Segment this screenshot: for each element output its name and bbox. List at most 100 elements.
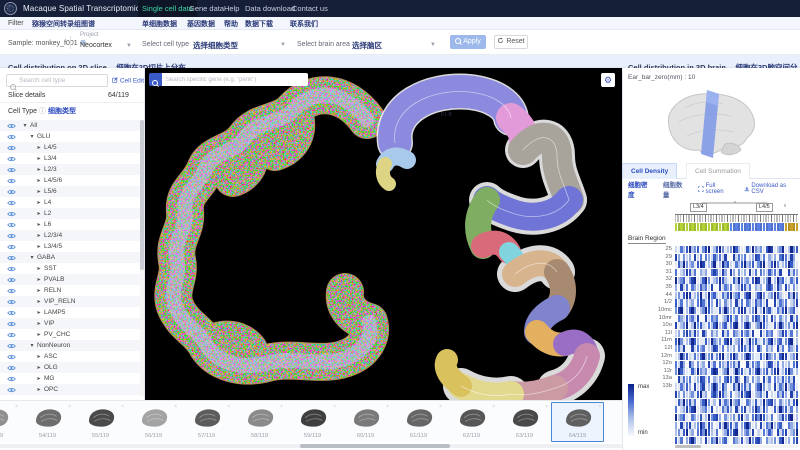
visibility-eye-icon[interactable]	[7, 387, 16, 393]
slice-canvas[interactable]: F1-B	[145, 68, 622, 400]
gene-search-button[interactable]	[149, 73, 162, 86]
visibility-eye-icon[interactable]	[7, 134, 16, 140]
expand-caret-icon[interactable]: ▸	[36, 320, 42, 327]
nav-data-download-zh[interactable]: 数据下载	[245, 19, 273, 29]
expand-caret-icon[interactable]: ▸	[36, 276, 42, 283]
expand-caret-icon[interactable]: ▸	[36, 144, 42, 151]
brain-area-select[interactable]: 选择脑区	[352, 40, 382, 51]
visibility-eye-icon[interactable]	[7, 167, 16, 173]
cell-type-select[interactable]: 选择细胞类型	[193, 40, 238, 51]
visibility-eye-icon[interactable]	[7, 123, 16, 129]
slice-thumb[interactable]: ×60/119	[339, 402, 392, 442]
tree-row[interactable]: ▸L2/3	[0, 164, 140, 175]
nav-contact-us[interactable]: Contact us	[288, 0, 332, 17]
expand-caret-icon[interactable]: ▸	[36, 177, 42, 184]
expand-caret-icon[interactable]: ▸	[36, 331, 42, 338]
visibility-eye-icon[interactable]	[7, 189, 16, 195]
visibility-eye-icon[interactable]	[7, 321, 16, 327]
chevron-down-icon[interactable]: ▼	[126, 43, 132, 49]
tab-cell-summation[interactable]: Cell Summation	[686, 163, 750, 179]
tree-row[interactable]: ▸SST	[0, 263, 140, 274]
tree-row[interactable]: ▸VIP	[0, 318, 140, 329]
tree-row[interactable]: ▾All	[0, 120, 140, 131]
close-icon[interactable]: ×	[121, 404, 124, 410]
gene-search-input[interactable]	[162, 73, 308, 86]
apply-button[interactable]: Apply	[450, 35, 486, 49]
close-icon[interactable]: ×	[15, 404, 18, 410]
close-icon[interactable]: ×	[439, 404, 442, 410]
slice-thumb[interactable]: ×54/119	[21, 402, 74, 442]
slice-thumb[interactable]: ×55/119	[74, 402, 127, 442]
visibility-eye-icon[interactable]	[7, 354, 16, 360]
tree-row[interactable]: ▾GABA	[0, 252, 140, 263]
close-icon[interactable]: ×	[280, 404, 283, 410]
collapse-caret-icon[interactable]: ▾	[29, 133, 35, 140]
tree-row[interactable]: ▸PVALB	[0, 274, 140, 285]
tree-row[interactable]: ▸L2/3/4	[0, 230, 140, 241]
visibility-eye-icon[interactable]	[7, 376, 16, 382]
visibility-eye-icon[interactable]	[7, 288, 16, 294]
nav-contact-us-zh[interactable]: 联系我们	[290, 19, 318, 29]
slice-thumb-selected[interactable]: ×64/119	[551, 402, 604, 442]
tree-row[interactable]: ▸L5/6	[0, 186, 140, 197]
expand-caret-icon[interactable]: ▸	[36, 210, 42, 217]
expand-caret-icon[interactable]: ▸	[36, 386, 42, 393]
expand-caret-icon[interactable]: ▸	[36, 364, 42, 371]
close-icon[interactable]: ×	[68, 404, 71, 410]
close-icon[interactable]: ×	[174, 404, 177, 410]
expand-caret-icon[interactable]: ▸	[36, 243, 42, 250]
info-icon[interactable]: ⓘ	[39, 108, 46, 115]
close-icon[interactable]: ×	[386, 404, 389, 410]
search-cell-type-input[interactable]	[6, 74, 108, 87]
expand-caret-icon[interactable]: ▸	[36, 353, 42, 360]
full-screen-button[interactable]: Full screen	[698, 183, 734, 195]
tree-row[interactable]: ▸L4/5	[0, 142, 140, 153]
visibility-eye-icon[interactable]	[7, 244, 16, 250]
visibility-eye-icon[interactable]	[7, 211, 16, 217]
visibility-eye-icon[interactable]	[7, 145, 16, 151]
visibility-eye-icon[interactable]	[7, 332, 16, 338]
nav-single-cell-data-zh[interactable]: 单细胞数据	[142, 19, 177, 29]
close-icon[interactable]: ×	[227, 404, 230, 410]
expand-caret-icon[interactable]: ▸	[36, 221, 42, 228]
visibility-eye-icon[interactable]	[7, 365, 16, 371]
tree-row[interactable]: ▸RELN	[0, 285, 140, 296]
chevron-down-icon[interactable]: ▼	[430, 42, 436, 48]
expand-caret-icon[interactable]: ▸	[36, 298, 42, 305]
visibility-eye-icon[interactable]	[7, 178, 16, 184]
tree-row[interactable]: ▾GLU	[0, 131, 140, 142]
visibility-eye-icon[interactable]	[7, 299, 16, 305]
visibility-eye-icon[interactable]	[7, 222, 16, 228]
tab-cell-density[interactable]: Cell Density	[622, 163, 677, 179]
visibility-eye-icon[interactable]	[7, 277, 16, 283]
tree-row[interactable]: ▾NonNeuron	[0, 340, 140, 351]
tree-row[interactable]: ▸L3/4/5	[0, 241, 140, 252]
visibility-eye-icon[interactable]	[7, 233, 16, 239]
collapse-caret-icon[interactable]: ▾	[29, 254, 35, 261]
visibility-eye-icon[interactable]	[7, 200, 16, 206]
tree-row[interactable]: ▸ASC	[0, 351, 140, 362]
expand-caret-icon[interactable]: ▸	[36, 309, 42, 316]
expand-caret-icon[interactable]: ▸	[36, 199, 42, 206]
tree-row[interactable]: ▸L4/5/6	[0, 175, 140, 186]
expand-caret-icon[interactable]: ▸	[36, 188, 42, 195]
tree-row[interactable]: ▸MG	[0, 373, 140, 384]
expand-caret-icon[interactable]: ▸	[36, 287, 42, 294]
tree-row[interactable]: ▸OPC	[0, 384, 140, 395]
close-icon[interactable]: ×	[598, 404, 601, 410]
brain-3d-view[interactable]	[655, 84, 765, 160]
close-icon[interactable]: ×	[545, 404, 548, 410]
slice-thumb[interactable]: ×56/119	[127, 402, 180, 442]
expand-caret-icon[interactable]: ▸	[36, 166, 42, 173]
download-csv-button[interactable]: Download as CSV	[744, 183, 798, 195]
tree-row[interactable]: ▸OLG	[0, 362, 140, 373]
visibility-eye-icon[interactable]	[7, 255, 16, 261]
visibility-eye-icon[interactable]	[7, 156, 16, 162]
nav-help-zh[interactable]: 帮助	[224, 19, 238, 29]
project-select[interactable]: Neocortex	[80, 42, 112, 49]
strip-scrollbar-thumb[interactable]	[300, 444, 450, 448]
tree-row[interactable]: ▸L2	[0, 208, 140, 219]
tree-row[interactable]: ▸LAMP5	[0, 307, 140, 318]
expand-caret-icon[interactable]: ▸	[36, 155, 42, 162]
visibility-eye-icon[interactable]	[7, 343, 16, 349]
